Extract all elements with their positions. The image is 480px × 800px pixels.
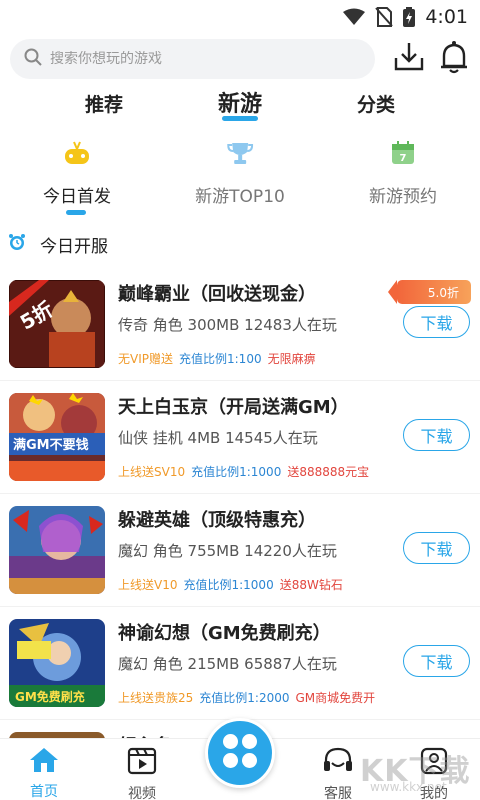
alarm-clock-icon (8, 233, 26, 256)
game-thumbnail: 5折 (9, 280, 105, 368)
game-title: 躲避英雄（顶级特惠充） (118, 510, 316, 531)
nav-label: 视频 (128, 786, 156, 800)
no-sim-icon (375, 7, 394, 27)
download-button[interactable]: 下载 (403, 532, 470, 564)
center-apps-button[interactable] (205, 718, 275, 788)
nav-customer-service[interactable]: 客服 (322, 747, 354, 800)
headset-icon (322, 747, 354, 779)
game-tags: 上线送SV10 充值比例1:1000 送888888元宝 (118, 463, 369, 480)
calendar-icon: 7 (390, 140, 416, 170)
video-icon (127, 747, 157, 779)
game-tag: 无VIP赠送 (118, 352, 173, 366)
sub-tabs: 今日首发 新游TOP10 7 新游预约 (0, 140, 480, 218)
tab-new-games[interactable]: 新游 (218, 86, 262, 118)
subtab-label: 新游预约 (369, 187, 437, 207)
section-header: 今日开服 (8, 232, 108, 257)
download-button[interactable]: 下载 (403, 419, 470, 451)
search-icon (24, 48, 42, 70)
watermark-url: www.kkx.net (370, 780, 447, 794)
svg-text:满GM不要钱: 满GM不要钱 (13, 437, 89, 453)
apps-icon (221, 732, 259, 774)
download-button[interactable]: 下载 (403, 306, 470, 338)
game-tags: 上线送V10 充值比例1:1000 送88W钻石 (118, 576, 343, 593)
nav-home[interactable]: 首页 (29, 747, 59, 800)
gamepad-icon (63, 140, 91, 170)
game-tag: 上线送V10 (118, 578, 178, 592)
app-screen: 4:01 推荐 新游 分类 今日首发 (0, 0, 480, 800)
game-tag: 上线送贵族25 (118, 691, 194, 705)
section-title: 今日开服 (40, 237, 108, 257)
game-meta: 魔幻 角色 755MB 14220人在玩 (118, 542, 337, 560)
game-meta: 传奇 角色 300MB 12483人在玩 (118, 316, 337, 334)
download-manager-icon[interactable] (393, 40, 425, 76)
home-icon (29, 747, 59, 777)
tab-recommend[interactable]: 推荐 (85, 90, 123, 117)
nav-label: 首页 (30, 784, 58, 800)
game-row[interactable]: 5折 巅峰霸业（回收送现金） 传奇 角色 300MB 12483人在玩 无VIP… (0, 268, 480, 381)
game-tag: 送888888元宝 (287, 465, 370, 479)
wifi-icon (343, 8, 366, 26)
game-meta: 魔幻 角色 215MB 65887人在玩 (118, 655, 337, 673)
game-row[interactable]: 满GM不要钱 天上白玉京（开局送满GM） 仙侠 挂机 4MB 14545人在玩 … (0, 381, 480, 494)
game-tags: 无VIP赠送 充值比例1:100 无限麻痹 (118, 350, 316, 367)
game-thumbnail (9, 506, 105, 594)
subtab-top10[interactable]: 新游TOP10 (195, 140, 285, 207)
game-tag: 充值比例1:100 (179, 352, 262, 366)
battery-charging-icon (403, 7, 416, 27)
nav-video[interactable]: 视频 (127, 747, 157, 800)
game-tag: 充值比例1:2000 (199, 691, 290, 705)
download-button[interactable]: 下载 (403, 645, 470, 677)
game-meta: 仙侠 挂机 4MB 14545人在玩 (118, 429, 318, 447)
subtab-preorder[interactable]: 7 新游预约 (369, 140, 437, 207)
game-title: 天上白玉京（开局送满GM） (118, 397, 349, 418)
status-time: 4:01 (425, 6, 468, 28)
search-box[interactable] (10, 39, 375, 79)
game-tag: GM商城免费开 (295, 691, 376, 705)
game-thumbnail: 满GM不要钱 (9, 393, 105, 481)
subtab-label: 今日首发 (43, 187, 111, 207)
nav-label: 客服 (324, 786, 352, 800)
trophy-icon (226, 140, 254, 170)
search-input[interactable] (50, 51, 350, 67)
active-tab-indicator (222, 116, 258, 121)
top-bar (10, 38, 470, 80)
game-tag: 充值比例1:1000 (191, 465, 282, 479)
notification-bell-icon[interactable] (440, 40, 468, 78)
game-title: 巅峰霸业（回收送现金） (118, 284, 316, 305)
subtab-indicator (66, 210, 86, 215)
discount-badge: 5.0折 (388, 280, 471, 304)
main-tabs: 推荐 新游 分类 (0, 86, 480, 126)
game-row[interactable]: GM免费刷充 神谕幻想（GM免费刷充） 魔幻 角色 215MB 65887人在玩… (0, 607, 480, 720)
svg-text:GM免费刷充: GM免费刷充 (15, 689, 85, 704)
game-thumbnail: GM免费刷充 (9, 619, 105, 707)
subtab-today-launch[interactable]: 今日首发 (43, 140, 111, 207)
game-tag: 上线送SV10 (118, 465, 186, 479)
game-tags: 上线送贵族25 充值比例1:2000 GM商城免费开 (118, 689, 375, 706)
game-tag: 送88W钻石 (279, 578, 343, 592)
tab-categories[interactable]: 分类 (357, 90, 395, 117)
game-row[interactable]: 躲避英雄（顶级特惠充） 魔幻 角色 755MB 14220人在玩 上线送V10 … (0, 494, 480, 607)
svg-text:7: 7 (400, 153, 407, 164)
subtab-label: 新游TOP10 (195, 187, 285, 207)
status-bar: 4:01 (0, 0, 480, 34)
game-title: 神谕幻想（GM免费刷充） (118, 623, 331, 644)
game-tag: 无限麻痹 (267, 352, 316, 366)
game-tag: 充值比例1:1000 (183, 578, 274, 592)
